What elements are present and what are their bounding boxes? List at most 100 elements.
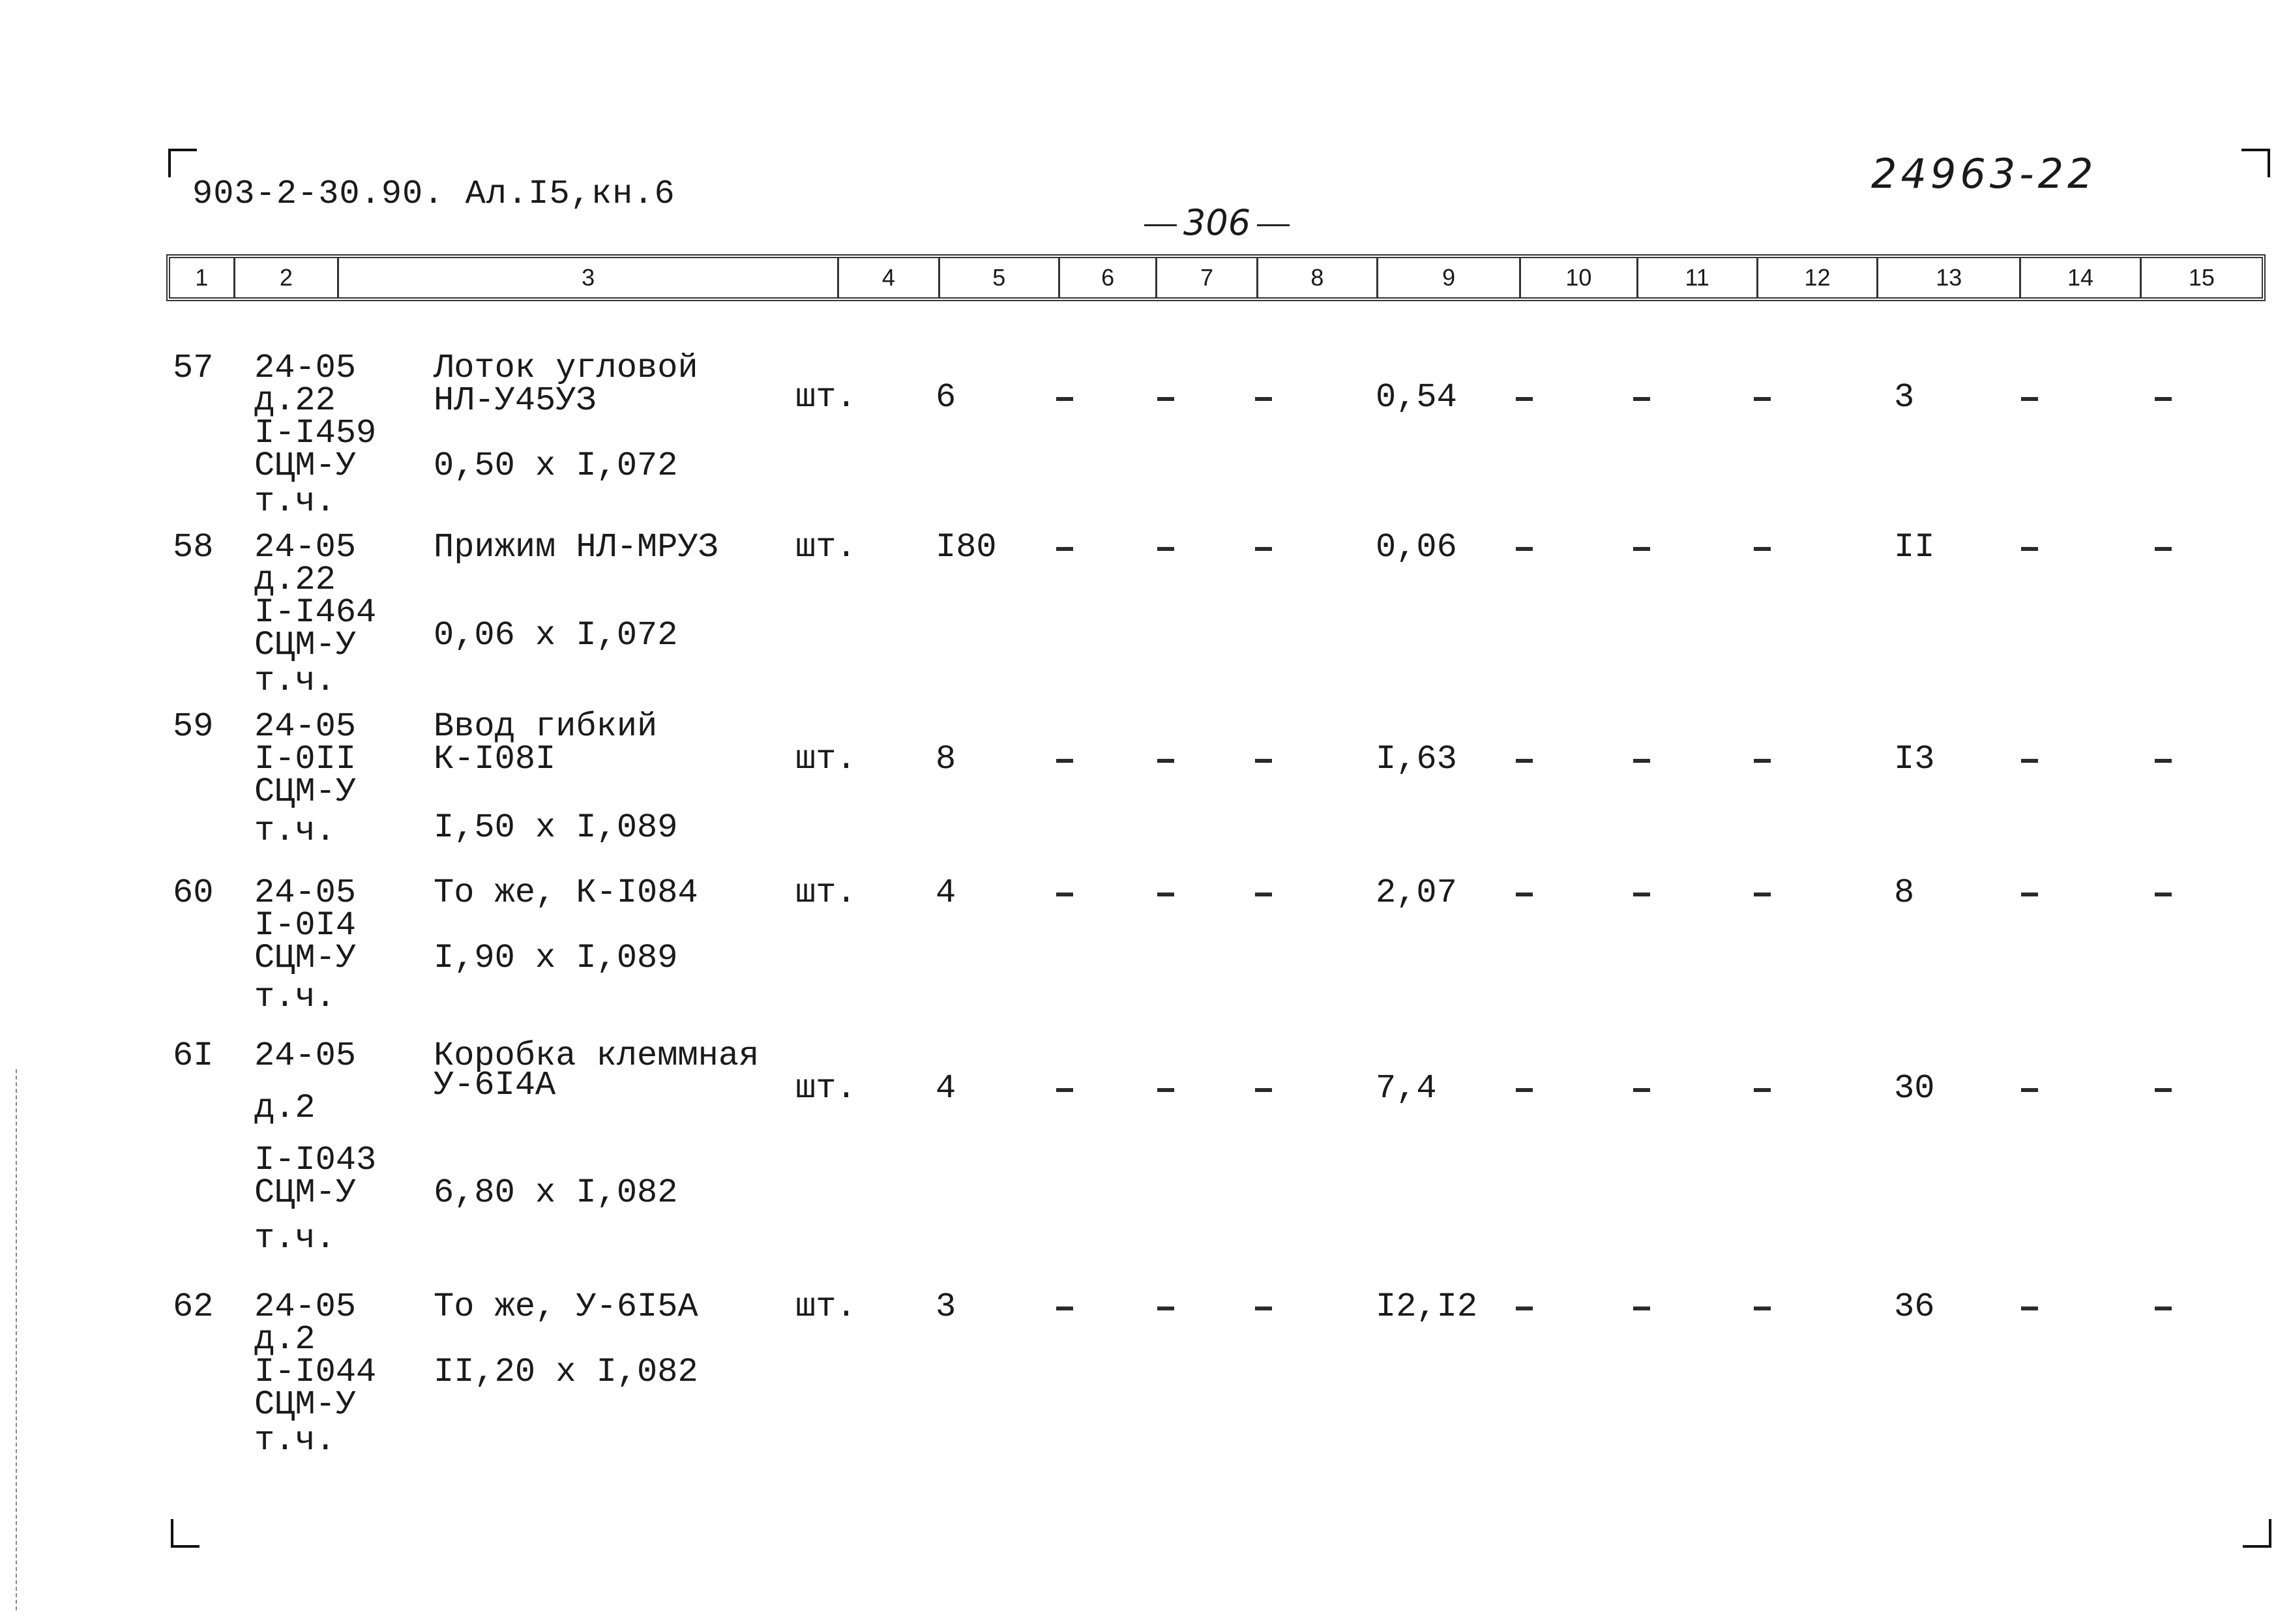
empty-dash-c8 <box>1255 1088 1272 1092</box>
row-number: 62 <box>173 1288 214 1326</box>
scan-edge-mark <box>16 1069 17 1610</box>
frame-corner-bottom-right <box>2243 1519 2271 1548</box>
empty-dash-c14 <box>2021 397 2038 401</box>
price-code-line: т.ч. <box>254 662 336 700</box>
price-code-line: т.ч. <box>254 1421 336 1460</box>
column-9-value: I,63 <box>1376 740 1457 778</box>
unit: шт. <box>795 528 857 567</box>
empty-dash-c11 <box>1633 759 1650 763</box>
empty-dash-c10 <box>1516 397 1533 401</box>
weight-formula: 6,80 x I,082 <box>434 1174 678 1212</box>
empty-dash-c14 <box>2021 1307 2038 1310</box>
row-number: 6I <box>173 1037 214 1075</box>
empty-dash-c7 <box>1157 397 1174 401</box>
empty-dash-c15 <box>2155 1088 2172 1092</box>
item-name-line: К-I08I <box>434 740 556 778</box>
empty-dash-c12 <box>1754 1088 1771 1092</box>
weight-formula: 0,06 x I,072 <box>434 616 678 655</box>
empty-dash-c7 <box>1157 1307 1174 1310</box>
empty-dash-c8 <box>1255 1307 1272 1310</box>
item-name-line: У-6I4А <box>434 1066 556 1104</box>
quantity: 4 <box>936 1069 956 1108</box>
empty-dash-c15 <box>2155 1307 2172 1310</box>
column-header: 11 <box>1638 258 1758 297</box>
frame-corner-top-right <box>2241 149 2270 177</box>
quantity: 3 <box>936 1288 956 1326</box>
empty-dash-c10 <box>1516 1307 1533 1310</box>
empty-dash-c11 <box>1633 547 1650 551</box>
column-header: 8 <box>1258 258 1379 297</box>
column-header: 5 <box>940 258 1060 297</box>
quantity: I80 <box>936 528 997 567</box>
empty-dash-c10 <box>1516 893 1533 896</box>
column-header: 10 <box>1521 258 1638 297</box>
quantity: 8 <box>936 740 956 778</box>
empty-dash-c14 <box>2021 547 2038 551</box>
column-number-header: 1 2 3 4 5 6 7 8 9 10 11 12 13 14 15 <box>166 254 2266 301</box>
empty-dash-c15 <box>2155 397 2172 401</box>
page-number: 306 <box>1138 202 1296 243</box>
column-header: 13 <box>1878 258 2022 297</box>
column-header: 1 <box>170 258 235 297</box>
price-code-line: I-0II <box>254 740 357 778</box>
price-code-line: т.ч. <box>254 812 336 850</box>
empty-dash-c7 <box>1157 893 1174 896</box>
unit: шт. <box>795 1069 857 1108</box>
price-code-line: СЦМ-У <box>254 1174 357 1212</box>
empty-dash-c12 <box>1754 397 1771 401</box>
column-13-value: 8 <box>1894 874 1915 912</box>
empty-dash-c7 <box>1157 547 1174 551</box>
frame-corner-bottom-left <box>171 1519 200 1548</box>
empty-dash-c11 <box>1633 1307 1650 1310</box>
empty-dash-c6 <box>1056 547 1073 551</box>
empty-dash-c14 <box>2021 1088 2038 1092</box>
empty-dash-c10 <box>1516 759 1533 763</box>
column-9-value: 0,06 <box>1376 528 1457 567</box>
item-name-line: Ввод гибкий <box>434 707 658 746</box>
unit: шт. <box>795 740 857 778</box>
empty-dash-c8 <box>1255 547 1272 551</box>
unit: шт. <box>795 378 857 417</box>
column-header: 14 <box>2021 258 2142 297</box>
empty-dash-c11 <box>1633 397 1650 401</box>
price-code-line: I-I043 <box>254 1141 377 1179</box>
column-9-value: 2,07 <box>1376 874 1457 912</box>
item-name-line: То же, У-6I5А <box>434 1288 698 1326</box>
unit: шт. <box>795 874 857 912</box>
price-code-line: т.ч. <box>254 1219 336 1258</box>
empty-dash-c15 <box>2155 759 2172 763</box>
column-13-value: I3 <box>1894 740 1935 778</box>
column-13-value: 3 <box>1894 378 1915 417</box>
empty-dash-c6 <box>1056 397 1073 401</box>
price-code-line: 24-05 <box>254 349 357 387</box>
price-code-line: 24-05 <box>254 707 357 746</box>
column-9-value: 0,54 <box>1376 378 1457 417</box>
column-13-value: 36 <box>1894 1288 1935 1326</box>
empty-dash-c7 <box>1157 759 1174 763</box>
price-code-line: т.ч. <box>254 482 336 521</box>
empty-dash-c6 <box>1056 893 1073 896</box>
column-header: 2 <box>235 258 340 297</box>
empty-dash-c11 <box>1633 1088 1650 1092</box>
item-name-line: Прижим НЛ-МРУЗ <box>434 528 718 567</box>
price-code-line: 24-05 <box>254 874 357 912</box>
empty-dash-c6 <box>1056 1088 1073 1092</box>
price-code-line: д.22 <box>254 561 336 599</box>
column-header: 3 <box>339 258 840 297</box>
empty-dash-c8 <box>1255 893 1272 896</box>
weight-formula: 0,50 x I,072 <box>434 447 678 485</box>
empty-dash-c15 <box>2155 547 2172 551</box>
empty-dash-c12 <box>1754 759 1771 763</box>
column-header: 12 <box>1758 258 1879 297</box>
column-9-value: 7,4 <box>1376 1069 1437 1108</box>
column-header: 15 <box>2188 264 2215 291</box>
unit: шт. <box>795 1288 857 1326</box>
empty-dash-c12 <box>1754 547 1771 551</box>
row-number: 60 <box>173 874 214 912</box>
empty-dash-c10 <box>1516 547 1533 551</box>
empty-dash-c14 <box>2021 759 2038 763</box>
price-code-line: I-0I4 <box>254 906 357 945</box>
weight-formula: I,50 x I,089 <box>434 808 678 847</box>
row-number: 59 <box>173 707 214 746</box>
column-header: 7 <box>1157 258 1258 297</box>
